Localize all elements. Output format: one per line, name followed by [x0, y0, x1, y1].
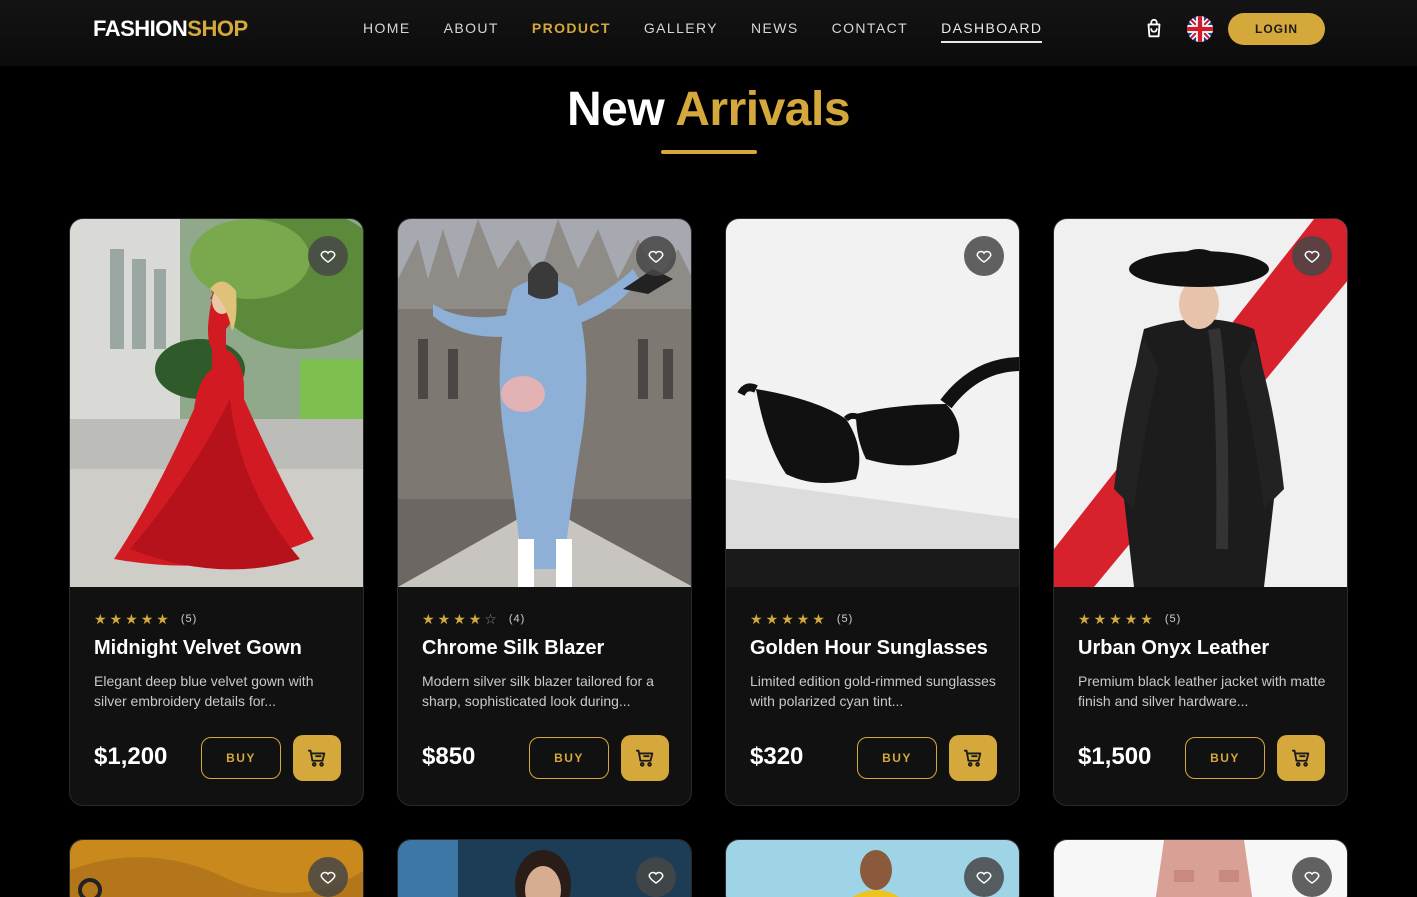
section-title-word2: Arrivals [675, 83, 851, 136]
section-title: New Arrivals [0, 82, 1417, 137]
buy-button[interactable]: BUY [857, 737, 937, 779]
product-image-yellow-jacket[interactable] [726, 840, 1019, 897]
favorite-heart-icon[interactable] [1292, 857, 1332, 897]
product-price: $850 [422, 743, 476, 770]
rating-count: (5) [180, 613, 198, 625]
favorite-heart-icon[interactable] [636, 236, 676, 276]
star-icon: ★ [1124, 611, 1138, 627]
product-card[interactable]: ★ ★ ★ ★ ☆ (4) Chrome Silk Blazer Modern silv… [397, 218, 692, 806]
star-rating: ★ ★ ★ ★ ★ (5) [1078, 612, 1181, 626]
star-icon: ★ [1078, 611, 1091, 627]
star-icon: ★ [422, 611, 435, 627]
star-icon: ★ [94, 611, 107, 627]
product-image-red-gown[interactable] [70, 219, 363, 587]
product-name[interactable]: Urban Onyx Leather [1078, 637, 1269, 660]
product-card[interactable]: ★ ★ ★ ★ ★ (5) Golden Hour Sunglasses Limited… [725, 218, 1020, 806]
star-icon: ★ [1093, 611, 1107, 627]
cart-icon [307, 749, 326, 767]
star-icon: ★ [796, 611, 810, 627]
star-rating: ★ ★ ★ ★ ★ (5) [750, 612, 853, 626]
nav-home[interactable]: HOME [363, 20, 411, 43]
rating-count: (5) [1164, 613, 1182, 625]
product-card[interactable] [1053, 839, 1348, 897]
cart-icon [1291, 749, 1310, 767]
product-card[interactable] [69, 839, 364, 897]
site-logo[interactable]: FASHIONSHOP [93, 16, 248, 42]
buy-button[interactable]: BUY [201, 737, 281, 779]
product-image-woman-portrait[interactable] [398, 840, 691, 897]
star-icon: ★ [109, 611, 123, 627]
product-price: $320 [750, 743, 804, 770]
product-description: Limited edition gold-rimmed sunglasses w… [750, 673, 996, 709]
favorite-heart-icon[interactable] [964, 857, 1004, 897]
product-image-black-coat[interactable] [1054, 219, 1347, 587]
product-description: Elegant deep blue velvet gown with silve… [94, 673, 314, 709]
logo-text-fashion: FASHION [93, 16, 188, 41]
main-nav: HOME ABOUT PRODUCT GALLERY NEWS CONTACT … [363, 20, 1075, 43]
logo-text-shop: SHOP [187, 16, 248, 41]
product-image-pink-outfit[interactable] [1054, 840, 1347, 897]
favorite-heart-icon[interactable] [964, 236, 1004, 276]
star-rating: ★ ★ ★ ★ ★ (5) [94, 612, 197, 626]
star-icon: ★ [765, 611, 779, 627]
favorite-heart-icon[interactable] [308, 857, 348, 897]
login-button[interactable]: LOGIN [1228, 13, 1325, 45]
star-icon: ★ [140, 611, 154, 627]
star-icon: ★ [1109, 611, 1122, 627]
uk-flag-icon[interactable] [1187, 16, 1213, 42]
add-to-cart-button[interactable] [293, 735, 341, 781]
nav-about[interactable]: ABOUT [444, 20, 499, 43]
rating-count: (5) [836, 613, 854, 625]
product-card[interactable] [397, 839, 692, 897]
product-name[interactable]: Golden Hour Sunglasses [750, 637, 988, 660]
nav-dashboard[interactable]: DASHBOARD [941, 20, 1043, 43]
product-image-blue-coat[interactable] [398, 219, 691, 587]
favorite-heart-icon[interactable] [636, 857, 676, 897]
add-to-cart-button[interactable] [1277, 735, 1325, 781]
star-icon: ★ [125, 611, 138, 627]
nav-gallery[interactable]: GALLERY [644, 20, 718, 43]
product-description: Premium black leather jacket with matte … [1078, 673, 1326, 709]
star-icon: ★ [781, 611, 794, 627]
buy-button[interactable]: BUY [529, 737, 609, 779]
product-card[interactable] [725, 839, 1020, 897]
star-outline-icon: ☆ [484, 611, 497, 627]
cart-icon[interactable] [1143, 18, 1165, 40]
product-price: $1,500 [1078, 743, 1152, 770]
nav-contact[interactable]: CONTACT [832, 20, 908, 43]
product-name[interactable]: Chrome Silk Blazer [422, 637, 604, 660]
star-icon: ★ [437, 611, 451, 627]
cart-icon [635, 749, 654, 767]
top-navbar: FASHIONSHOP HOME ABOUT PRODUCT GALLERY N… [0, 0, 1417, 66]
add-to-cart-button[interactable] [621, 735, 669, 781]
nav-news[interactable]: NEWS [751, 20, 799, 43]
product-card[interactable]: ★ ★ ★ ★ ★ (5) Midnight Velvet Gown Elegant d… [69, 218, 364, 806]
favorite-heart-icon[interactable] [1292, 236, 1332, 276]
star-icon: ★ [812, 611, 825, 627]
star-icon: ★ [453, 611, 466, 627]
rating-count: (4) [508, 613, 526, 625]
cart-icon [963, 749, 982, 767]
favorite-heart-icon[interactable] [308, 236, 348, 276]
product-card[interactable]: ★ ★ ★ ★ ★ (5) Urban Onyx Leather Premium bla… [1053, 218, 1348, 806]
nav-product[interactable]: PRODUCT [532, 20, 611, 43]
star-icon: ★ [156, 611, 169, 627]
section-title-word1: New [566, 83, 665, 136]
star-rating: ★ ★ ★ ★ ☆ (4) [422, 612, 525, 626]
product-name[interactable]: Midnight Velvet Gown [94, 637, 302, 660]
star-icon: ★ [750, 611, 763, 627]
add-to-cart-button[interactable] [949, 735, 997, 781]
product-image-mustard-fabric[interactable] [70, 840, 363, 897]
product-image-sunglasses[interactable] [726, 219, 1019, 587]
title-underline [661, 150, 757, 154]
product-description: Modern silver silk blazer tailored for a… [422, 673, 654, 709]
star-icon: ★ [1140, 611, 1153, 627]
buy-button[interactable]: BUY [1185, 737, 1265, 779]
star-icon: ★ [468, 611, 482, 627]
product-price: $1,200 [94, 743, 168, 770]
